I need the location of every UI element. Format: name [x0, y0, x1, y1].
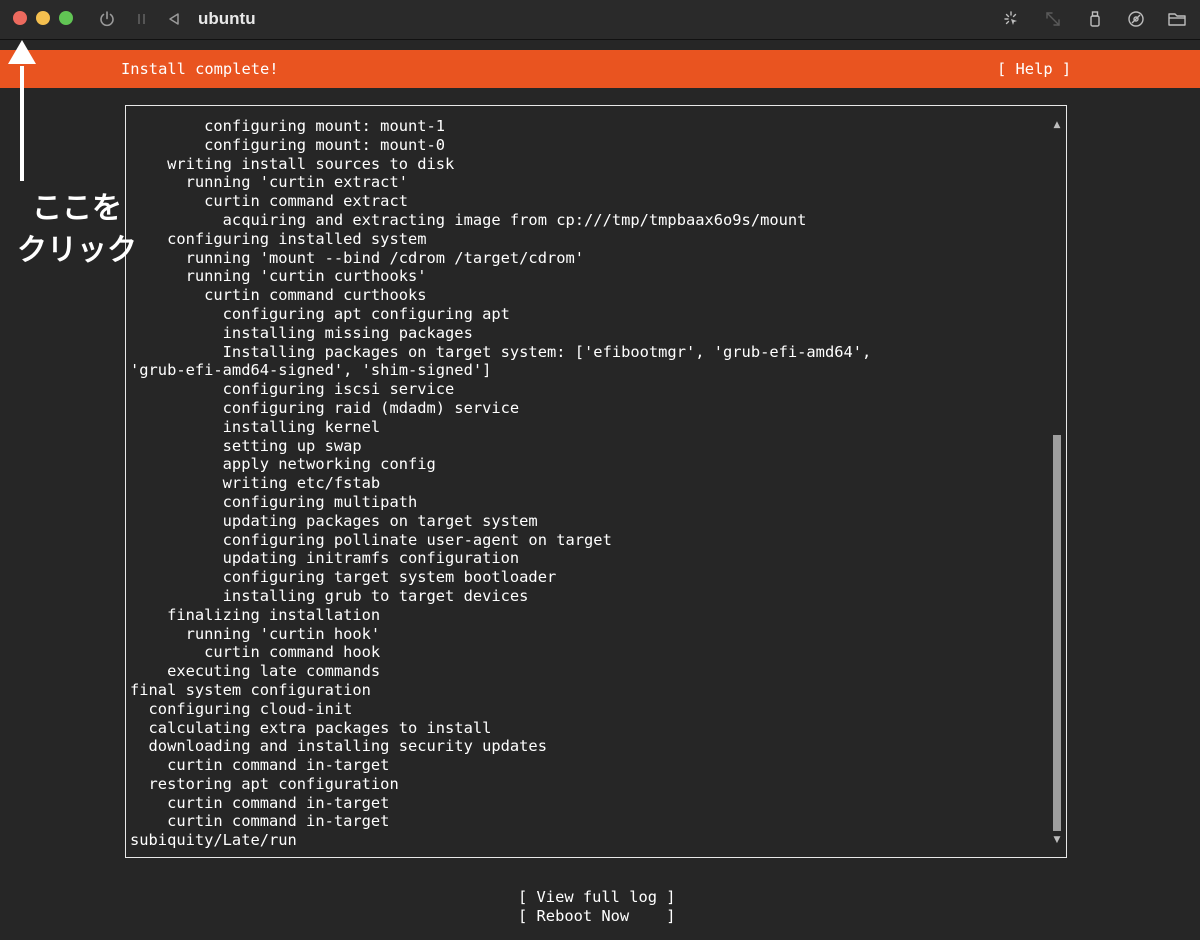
log-line: Installing packages on target system: ['… [130, 342, 872, 361]
log-line: writing install sources to disk [130, 154, 455, 173]
log-line: curtin command in-target [130, 793, 390, 812]
log-line: configuring pollinate user-agent on targ… [130, 530, 612, 549]
log-line: curtin command in-target [130, 812, 390, 831]
log-line: setting up swap [130, 436, 362, 455]
installer-title: Install complete! [121, 60, 279, 78]
log-line: configuring installed system [130, 229, 427, 248]
install-log: configuring mount: mount-1 configuring m… [130, 117, 871, 850]
log-line: running 'mount --bind /cdrom /target/cdr… [130, 248, 585, 267]
log-line: running 'curtin curthooks' [130, 267, 427, 286]
log-line: 'grub-efi-amd64-signed', 'shim-signed'] [130, 361, 492, 380]
log-line: configuring iscsi service [130, 380, 455, 399]
log-line: acquiring and extracting image from cp:/… [130, 210, 807, 229]
scroll-down-arrow-icon[interactable]: ▼ [1052, 834, 1062, 846]
reboot-now-button[interactable]: [ Reboot Now ] [518, 907, 676, 926]
usb-icon[interactable] [1084, 8, 1106, 30]
log-line: configuring target system bootloader [130, 568, 557, 587]
log-line: calculating extra packages to install [130, 718, 492, 737]
help-button[interactable]: [ Help ] [997, 59, 1071, 79]
log-line: updating packages on target system [130, 511, 538, 530]
log-line: updating initramfs configuration [130, 549, 520, 568]
back-icon[interactable] [165, 8, 183, 30]
log-line: configuring mount: mount-1 [130, 117, 446, 135]
minimize-button[interactable] [36, 11, 50, 25]
log-line: installing grub to target devices [130, 586, 529, 605]
log-line: curtin command extract [130, 192, 408, 211]
maximize-button[interactable] [59, 11, 73, 25]
window-titlebar: ubuntu [0, 0, 1200, 40]
log-line: configuring multipath [130, 492, 418, 511]
power-icon[interactable] [96, 8, 118, 30]
pause-icon[interactable] [134, 8, 150, 30]
annotation-label: ここを クリック [12, 188, 142, 272]
log-line: subiquity/Late/run [130, 831, 297, 850]
log-line: configuring apt configuring apt [130, 304, 510, 323]
log-line: restoring apt configuration [130, 774, 399, 793]
annotation-line-2: クリック [17, 233, 137, 268]
scroll-up-arrow-icon[interactable]: ▲ [1052, 119, 1062, 131]
annotation-arrow-icon [8, 40, 36, 181]
annotation-line-1: ここを [32, 191, 122, 226]
log-line: downloading and installing security upda… [130, 737, 547, 756]
capture-input-icon[interactable] [1000, 8, 1022, 30]
shared-disk-icon[interactable] [1125, 8, 1147, 30]
log-line: running 'curtin extract' [130, 173, 408, 192]
log-line: curtin command hook [130, 643, 381, 662]
log-line: running 'curtin hook' [130, 624, 381, 643]
window-title: ubuntu [198, 9, 256, 28]
log-line: configuring raid (mdadm) service [130, 398, 520, 417]
log-line: finalizing installation [130, 605, 381, 624]
installer-header: Install complete! [ Help ] [0, 50, 1200, 88]
scrollbar-thumb[interactable] [1053, 435, 1061, 831]
log-line: installing missing packages [130, 323, 473, 342]
log-line: configuring cloud-init [130, 699, 353, 718]
install-log-panel[interactable]: configuring mount: mount-1 configuring m… [125, 105, 1067, 858]
log-line: installing kernel [130, 417, 381, 436]
log-line: curtin command curthooks [130, 286, 427, 305]
log-line: curtin command in-target [130, 756, 390, 775]
shared-folder-icon[interactable] [1165, 8, 1189, 30]
log-line: configuring mount: mount-0 [130, 135, 446, 154]
log-line: apply networking config [130, 455, 436, 474]
close-button[interactable] [13, 11, 27, 25]
log-line: executing late commands [130, 662, 381, 681]
log-line: writing etc/fstab [130, 474, 381, 493]
log-line: final system configuration [130, 680, 371, 699]
vm-screen[interactable]: Install complete! [ Help ] configuring m… [0, 40, 1200, 940]
view-full-log-button[interactable]: [ View full log ] [518, 888, 676, 907]
resize-icon[interactable] [1042, 8, 1064, 30]
